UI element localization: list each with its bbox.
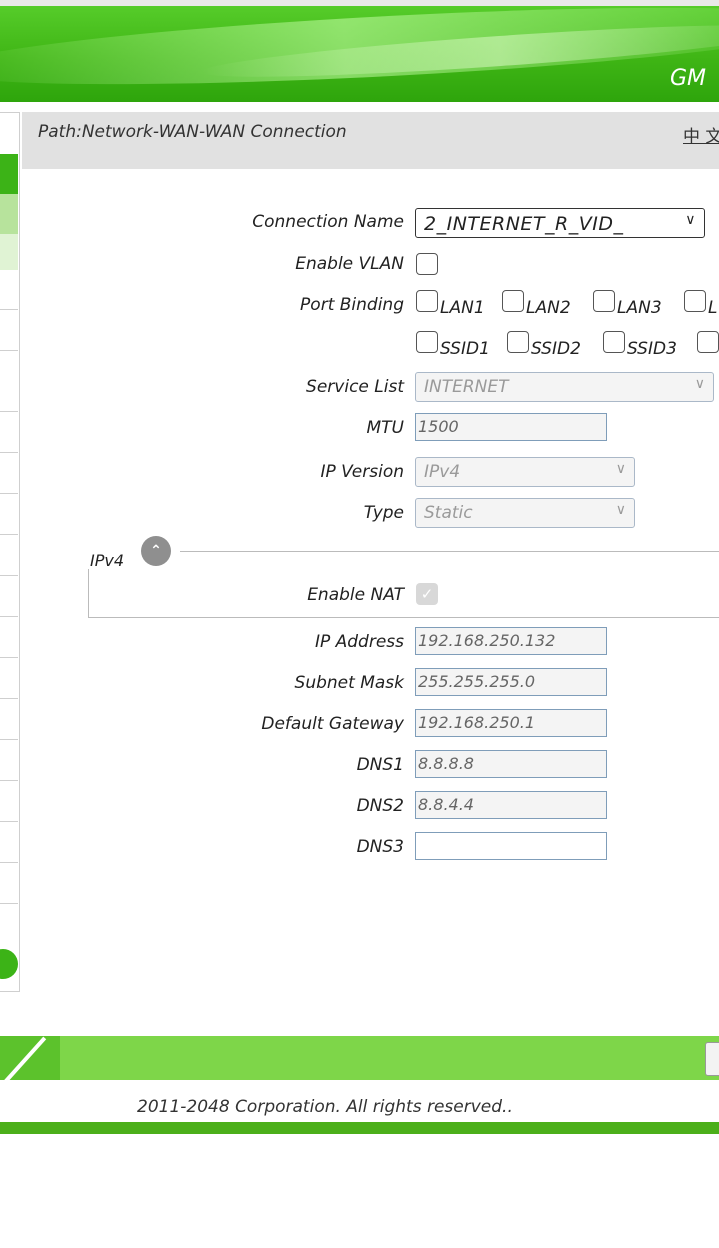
service-list-label: Service List xyxy=(306,377,404,397)
type-select[interactable]: Static ∨ xyxy=(415,498,635,528)
connection-name-value: 2_INTERNET_R_VID_ xyxy=(424,213,624,235)
service-list-select[interactable]: INTERNET ∨ xyxy=(415,372,714,402)
enable-nat-checkbox[interactable]: ✓ xyxy=(416,583,438,605)
breadcrumb: Path:Network-WAN-WAN Connection xyxy=(38,122,347,142)
ssid2-label: SSID2 xyxy=(531,339,581,359)
bottom-border xyxy=(0,1122,719,1134)
dns3-label: DNS3 xyxy=(356,837,404,857)
ssid1-checkbox[interactable] xyxy=(416,331,438,353)
collapse-up-icon[interactable]: ⌃ xyxy=(141,536,171,566)
subnet-mask-input[interactable]: 255.255.255.0 xyxy=(415,668,607,696)
ipv4-legend-label: IPv4 xyxy=(90,551,125,570)
left-menu xyxy=(0,112,20,992)
lan3-checkbox[interactable] xyxy=(593,290,615,312)
mtu-input[interactable]: 1500 xyxy=(415,413,607,441)
connection-name-select[interactable]: 2_INTERNET_R_VID_ ∨ xyxy=(415,208,705,238)
lan3-label: LAN3 xyxy=(617,298,662,318)
lan1-checkbox[interactable] xyxy=(416,290,438,312)
lan1-label: LAN1 xyxy=(440,298,485,318)
dns1-input[interactable]: 8.8.8.8 xyxy=(415,750,607,778)
subnet-mask-label: Subnet Mask xyxy=(294,673,404,693)
ip-version-label: IP Version xyxy=(320,462,404,482)
menu-item[interactable] xyxy=(0,194,18,234)
ip-address-input[interactable]: 192.168.250.132 xyxy=(415,627,607,655)
chevron-down-icon: ∨ xyxy=(615,502,626,518)
copyright-text: 2011-2048 Corporation. All rights reserv… xyxy=(137,1097,513,1117)
enable-nat-label: Enable NAT xyxy=(307,585,404,605)
breadcrumb-bar: Path:Network-WAN-WAN Connection 中 文 xyxy=(22,112,719,169)
chevron-down-icon: ∨ xyxy=(694,376,705,392)
ssid3-label: SSID3 xyxy=(627,339,677,359)
lan2-checkbox[interactable] xyxy=(502,290,524,312)
language-link[interactable]: 中 文 xyxy=(683,122,719,147)
port-binding-label: Port Binding xyxy=(300,295,404,315)
footer-bar xyxy=(0,1036,719,1080)
chevron-down-icon: ∨ xyxy=(685,212,696,228)
service-list-value: INTERNET xyxy=(424,377,509,397)
header-banner: GM xyxy=(0,6,719,102)
menu-toggle-button[interactable] xyxy=(0,949,18,979)
menu-item[interactable] xyxy=(0,234,18,270)
ssid3-checkbox[interactable] xyxy=(603,331,625,353)
ip-version-value: IPv4 xyxy=(424,462,461,482)
ssid4-checkbox[interactable] xyxy=(697,331,719,353)
apply-button[interactable] xyxy=(705,1042,719,1076)
lan4-checkbox[interactable] xyxy=(684,290,706,312)
lan4-label: L xyxy=(708,298,718,318)
ssid2-checkbox[interactable] xyxy=(507,331,529,353)
default-gateway-input[interactable]: 192.168.250.1 xyxy=(415,709,607,737)
ssid1-label: SSID1 xyxy=(440,339,490,359)
enable-vlan-label: Enable VLAN xyxy=(295,254,404,274)
ip-address-label: IP Address xyxy=(314,632,404,652)
ip-version-select[interactable]: IPv4 ∨ xyxy=(415,457,635,487)
default-gateway-label: Default Gateway xyxy=(261,714,404,734)
connection-name-label: Connection Name xyxy=(252,212,404,232)
mtu-label: MTU xyxy=(366,418,405,438)
dns1-label: DNS1 xyxy=(356,755,404,775)
type-label: Type xyxy=(363,503,404,523)
dns3-input[interactable] xyxy=(415,832,607,860)
type-value: Static xyxy=(424,503,473,523)
menu-item-active[interactable] xyxy=(0,154,18,194)
dns2-input[interactable]: 8.8.4.4 xyxy=(415,791,607,819)
chevron-down-icon: ∨ xyxy=(615,461,626,477)
lan2-label: LAN2 xyxy=(526,298,571,318)
brand-title: GM xyxy=(670,66,707,91)
enable-vlan-checkbox[interactable] xyxy=(416,253,438,275)
dns2-label: DNS2 xyxy=(356,796,404,816)
